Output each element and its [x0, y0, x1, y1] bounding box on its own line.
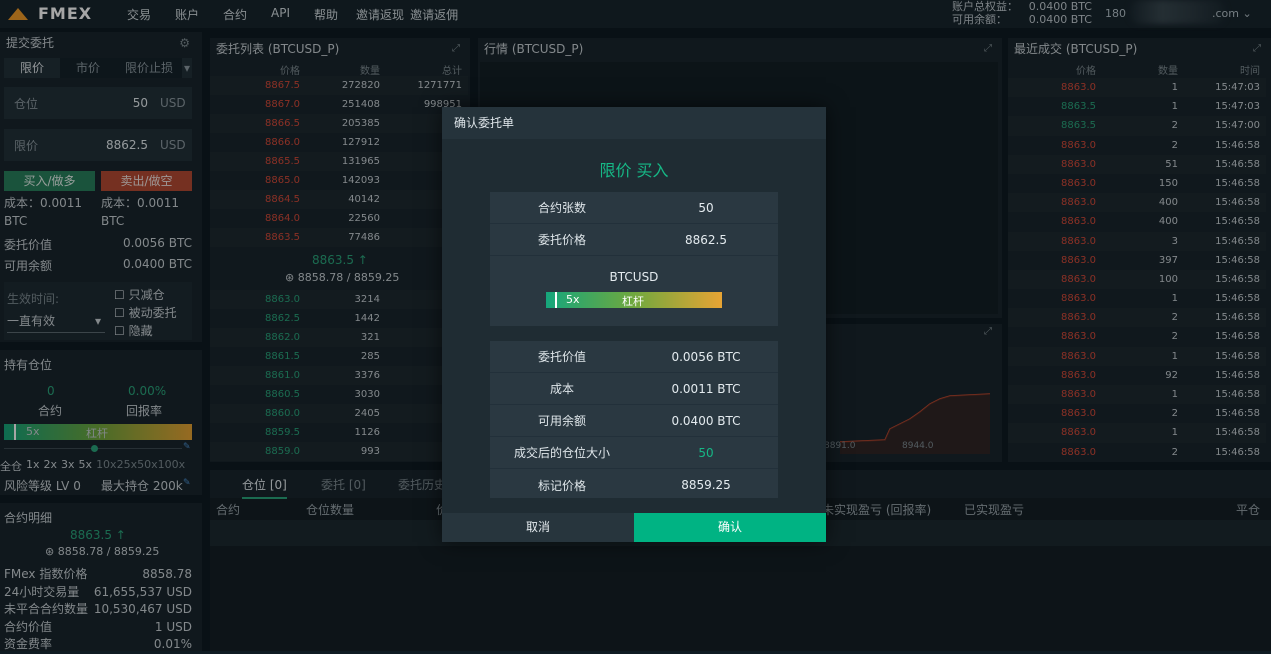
order-details-box: 委托价值 0.0056 BTC 成本 0.0011 BTC 可用余额 0.0400 B… — [490, 341, 778, 498]
detail-row: 委托价值 0.0056 BTC — [490, 341, 778, 373]
symbol: BTCUSD — [609, 270, 659, 284]
detail-row: 可用余额 0.0400 BTC — [490, 405, 778, 437]
detail-row: 成交后的仓位大小 50 — [490, 437, 778, 469]
order-summary-box: 合约张数 50 委托价格 8862.5 BTCUSD 5x 杠杆 — [490, 192, 778, 326]
detail-row: 成本 0.0011 BTC — [490, 373, 778, 405]
order-heading: 限价 买入 — [599, 161, 669, 180]
dialog-title: 确认委托单 — [442, 107, 826, 139]
summary-row: 合约张数 50 — [490, 192, 778, 224]
cancel-button[interactable]: 取消 — [442, 513, 634, 542]
confirm-order-dialog: 确认委托单 限价 买入 合约张数 50 委托价格 8862.5 BTCUSD 5x … — [442, 107, 826, 542]
summary-row: 委托价格 8862.5 — [490, 224, 778, 256]
modal-leverage-bar: 5x 杠杆 — [546, 292, 722, 308]
detail-row: 标记价格 8859.25 — [537, 478, 731, 493]
confirm-button[interactable]: 确认 — [634, 513, 826, 542]
leverage-marker — [555, 292, 557, 308]
